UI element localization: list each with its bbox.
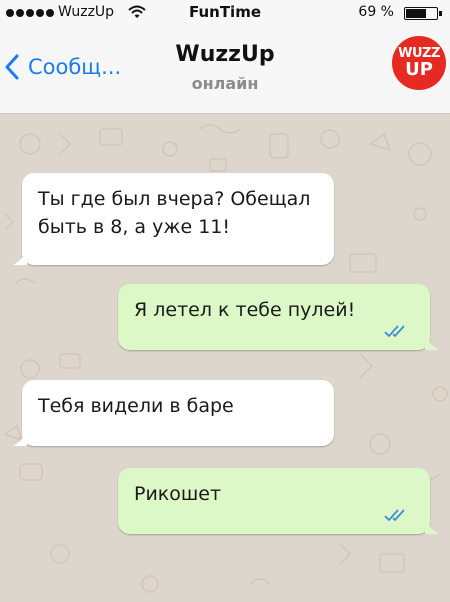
online-status: онлайн <box>191 74 259 93</box>
avatar-logo-text-bottom: UP <box>405 59 433 80</box>
chat-header: Сообщ... WuzzUp онлайн WUZZ UP <box>0 26 450 114</box>
message-text: Ты где был вчера? Обещал быть в 8, а уже… <box>38 188 311 238</box>
bubble-tail <box>13 251 27 265</box>
bubble-tail <box>425 336 439 350</box>
avatar[interactable]: WUZZ UP <box>392 36 446 90</box>
chat-title[interactable]: WuzzUp <box>0 42 450 67</box>
battery-level-fill <box>406 9 426 18</box>
message-list[interactable]: Ты где был вчера? Обещал быть в 8, а уже… <box>0 114 450 602</box>
message-text: Я летел к тебе пулей! <box>134 299 356 321</box>
bubble-tail <box>425 520 439 534</box>
battery-icon <box>404 7 442 20</box>
double-check-read-icon <box>384 325 405 338</box>
message-bubble-incoming[interactable]: Тебя видели в баре <box>13 380 334 446</box>
message-bubble-outgoing[interactable]: Я летел к тебе пулей! <box>118 284 439 350</box>
message-text: Рикошет <box>134 483 222 505</box>
message-text: Тебя видели в баре <box>38 395 234 417</box>
battery-percentage: 69 % <box>358 4 394 20</box>
message-bubble-incoming[interactable]: Ты где был вчера? Обещал быть в 8, а уже… <box>13 173 334 265</box>
double-check-read-icon <box>384 509 405 522</box>
status-bar: WuzzUp FunTime 69 % <box>0 0 450 26</box>
bubble-tail <box>13 432 27 446</box>
message-bubble-outgoing[interactable]: Рикошет <box>118 468 439 534</box>
